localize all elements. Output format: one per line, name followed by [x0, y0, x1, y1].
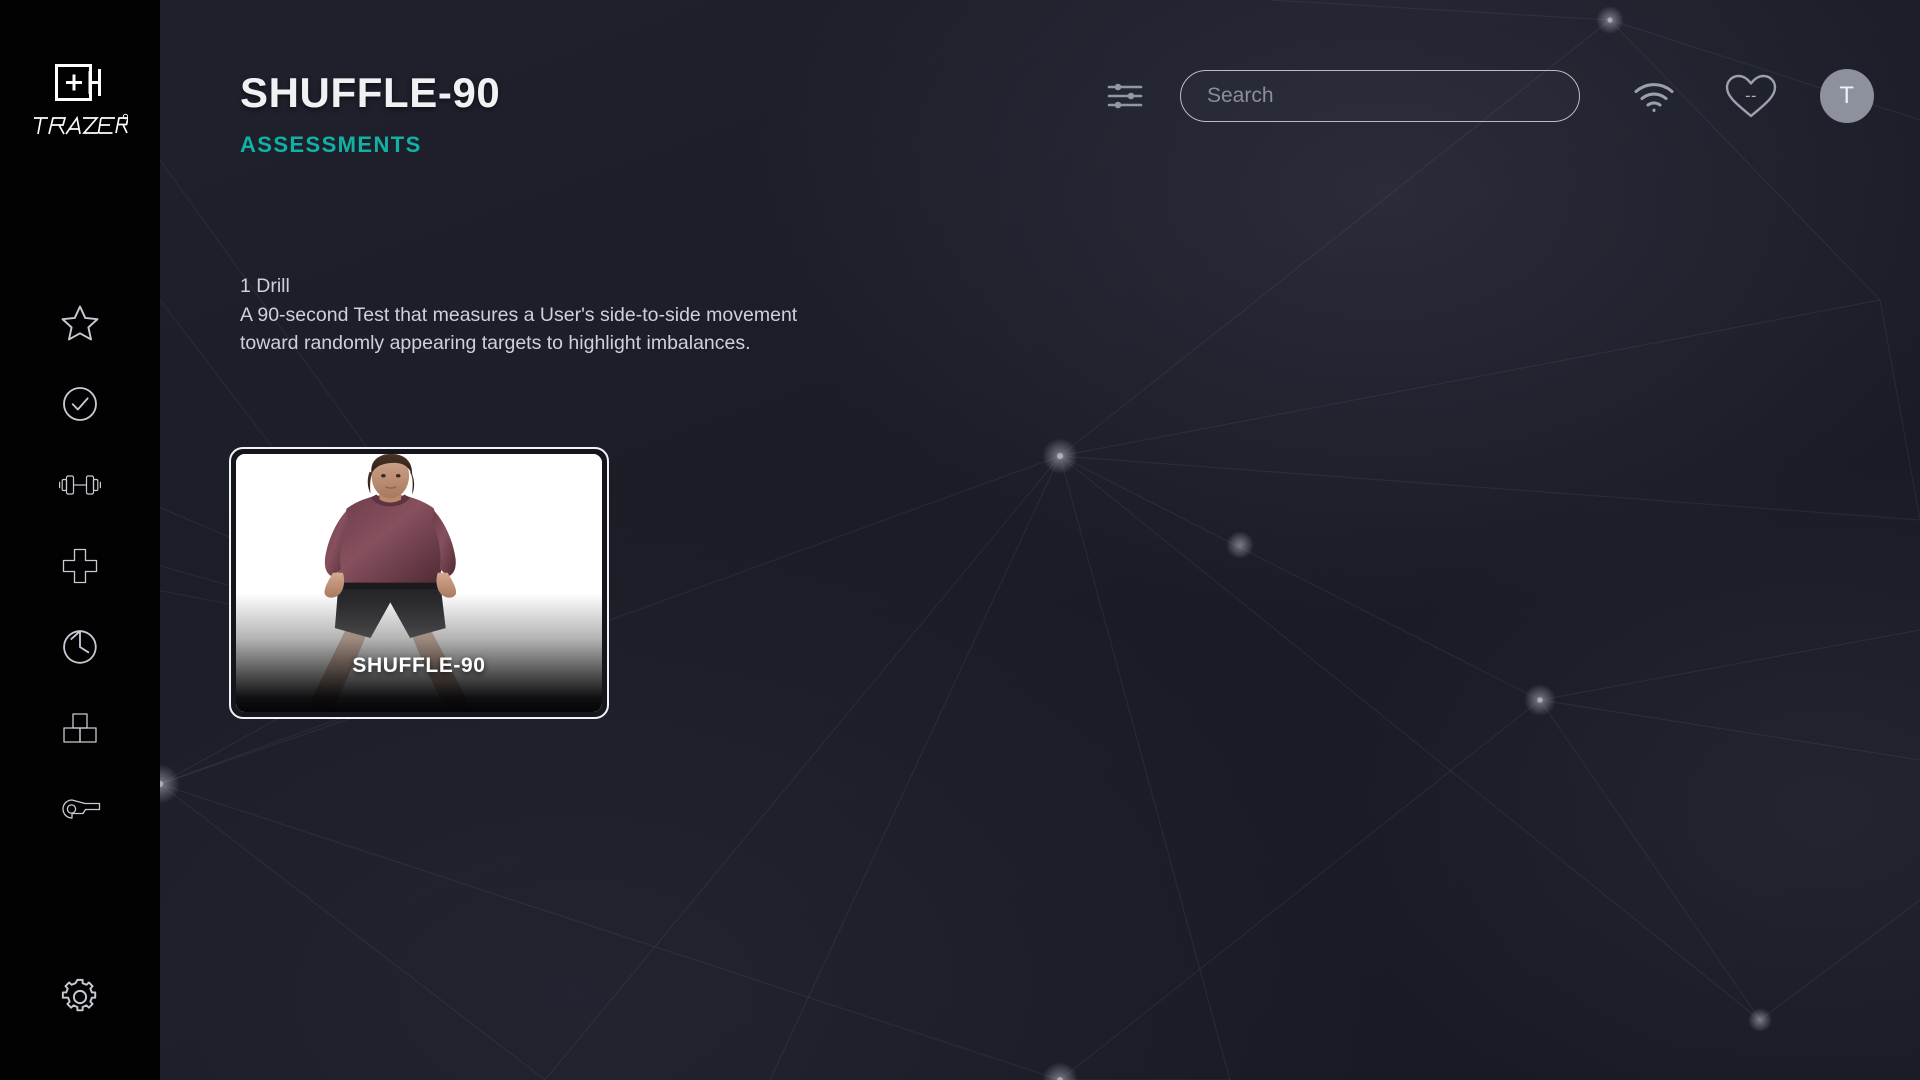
dumbbell-icon [59, 475, 101, 495]
star-icon [61, 305, 99, 341]
top-toolbar: -- T [1098, 68, 1874, 124]
sidebar-nav [0, 300, 160, 832]
sidebar-item-assessments[interactable] [51, 381, 109, 427]
drill-card[interactable]: SHUFFLE-90 [229, 447, 609, 719]
wifi-icon [1634, 83, 1674, 112]
sidebar-item-settings[interactable] [51, 974, 109, 1020]
sidebar-bottom [0, 974, 160, 1020]
description-line-2: toward randomly appearing targets to hig… [240, 332, 751, 354]
blocks-icon [63, 713, 97, 743]
search-input[interactable] [1207, 84, 1553, 108]
sidebar-item-programs[interactable] [51, 705, 109, 751]
drill-card-label: SHUFFLE-90 [352, 654, 486, 677]
whistle-icon [62, 799, 101, 819]
sidebar-item-favorites[interactable] [51, 300, 109, 346]
check-circle-icon [63, 387, 97, 421]
heart-rate-button[interactable]: -- [1720, 68, 1782, 124]
page-heading: SHUFFLE-90 ASSESSMENTS [240, 72, 500, 156]
sidebar-item-timed-drills[interactable] [51, 624, 109, 670]
card-gradient-overlay [236, 593, 602, 712]
wifi-button[interactable] [1624, 70, 1684, 122]
medical-cross-icon [62, 548, 98, 584]
trazer-wordmark-icon [34, 113, 128, 135]
search-box[interactable] [1180, 70, 1580, 122]
page-title: SHUFFLE-90 [240, 69, 501, 116]
page-subtitle: ASSESSMENTS [240, 132, 422, 157]
sliders-icon [1107, 83, 1143, 109]
gear-icon [61, 978, 97, 1012]
description-block: 1 Drill A 90-second Test that measures a… [240, 272, 797, 358]
sidebar-item-rehab[interactable] [51, 543, 109, 589]
sidebar-item-coach[interactable] [51, 786, 109, 832]
avatar-initial: T [1839, 82, 1855, 109]
description-line-1: A 90-second Test that measures a User's … [240, 303, 798, 326]
sidebar [0, 0, 160, 1080]
filter-button[interactable] [1098, 70, 1152, 122]
app-root: SHUFFLE-90 ASSESSMENTS Search -- T 1 Dri… [0, 0, 1920, 1080]
sidebar-item-training[interactable] [51, 462, 109, 508]
trazer-square-plus-logo-icon [55, 64, 101, 101]
brand-logo[interactable] [0, 62, 160, 138]
avatar[interactable]: T [1820, 69, 1874, 123]
stopwatch-icon [63, 630, 97, 664]
drill-count: 1 Drill [240, 275, 290, 297]
heart-rate-value: -- [1745, 87, 1757, 105]
drill-card-inner: SHUFFLE-90 [236, 454, 602, 712]
